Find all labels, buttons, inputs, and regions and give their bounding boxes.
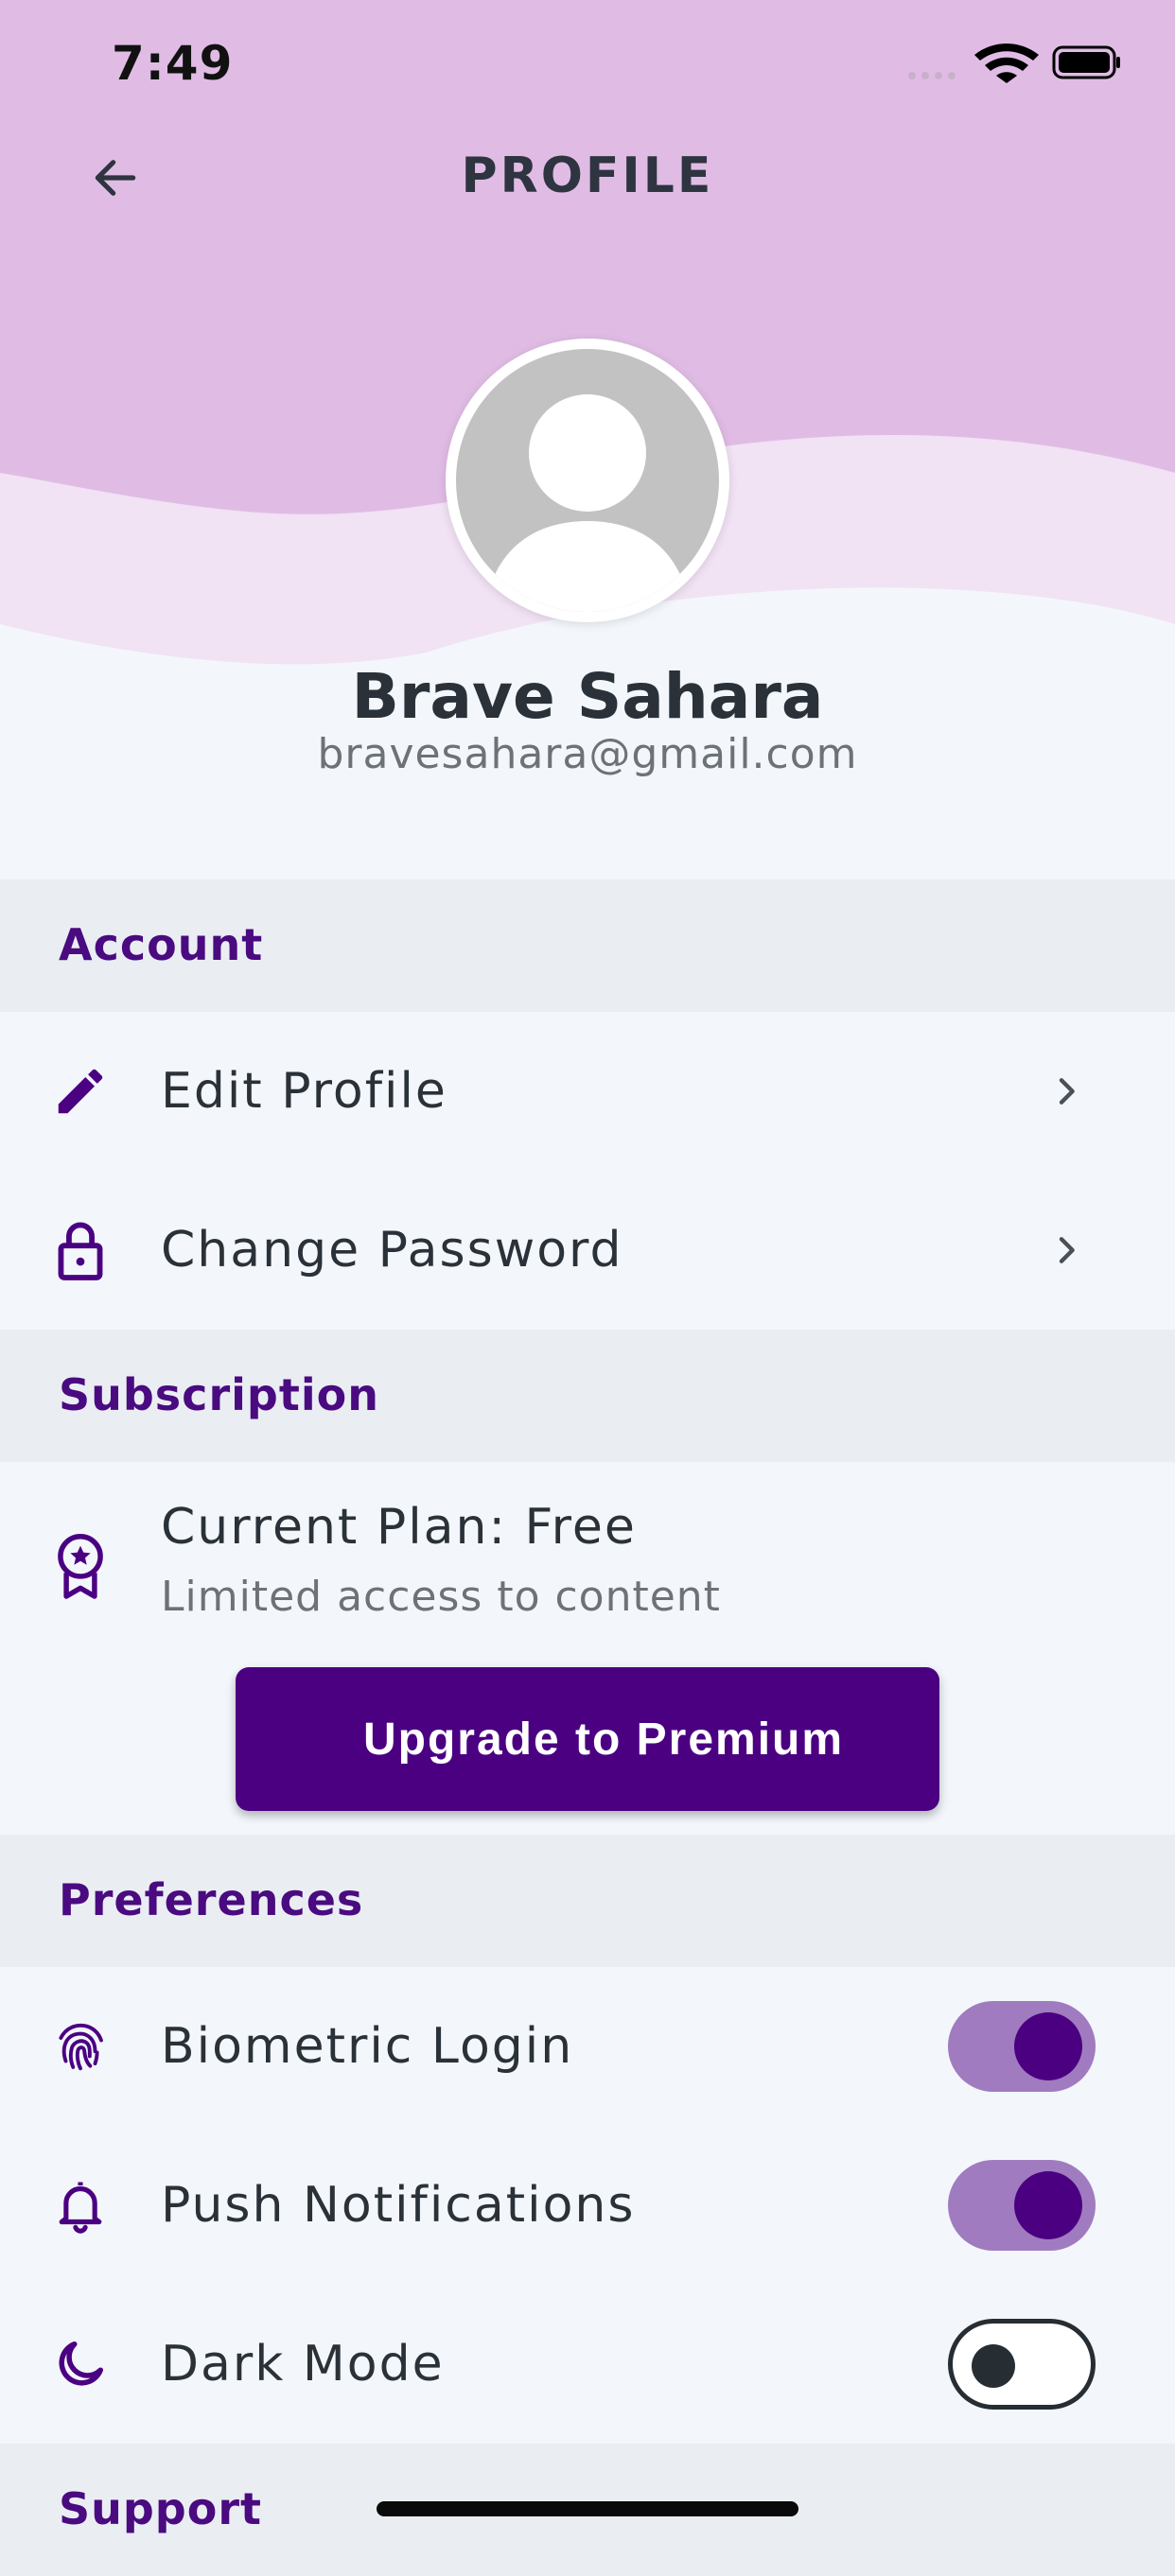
user-name: Brave Sahara [351,660,824,733]
bell-icon [49,2174,112,2237]
section-header-subscription: Subscription [0,1330,1175,1462]
biometric-login-toggle[interactable] [948,2001,1096,2092]
wifi-icon [974,44,1039,83]
moon-icon [49,2333,112,2395]
current-plan-title: Current Plan: Free [161,1499,637,1556]
lock-icon [49,1219,112,1281]
user-placeholder-icon [484,394,691,612]
status-icons [903,42,1120,87]
push-notifications-row: Push Notifications [0,2126,1175,2285]
chevron-right-icon [1043,1068,1090,1115]
section-title-account: Account [59,919,264,970]
dark-mode-label: Dark Mode [161,2336,445,2393]
pencil-icon [49,1060,112,1123]
fingerprint-icon [49,2015,112,2078]
home-indicator [377,2501,798,2516]
section-title-subscription: Subscription [59,1369,379,1420]
status-time: 7:49 [112,36,234,91]
user-email: bravesahara@gmail.com [317,730,858,778]
biometric-login-row: Biometric Login [0,1967,1175,2126]
chevron-right-icon [1043,1227,1090,1274]
award-badge-icon [49,1532,112,1602]
edit-profile-label: Edit Profile [161,1063,447,1120]
battery-icon [1052,45,1120,79]
section-title-preferences: Preferences [59,1874,364,1925]
toggle-knob [972,2344,1015,2388]
push-notifications-label: Push Notifications [161,2177,636,2234]
toggle-knob [1014,2171,1082,2239]
push-notifications-toggle[interactable] [948,2160,1096,2251]
status-bar: 7:49 [0,0,1175,123]
toggle-knob [1014,2012,1082,2080]
section-header-account: Account [0,879,1175,1012]
section-title-support: Support [59,2483,263,2534]
dark-mode-toggle[interactable] [948,2319,1096,2410]
avatar[interactable] [446,339,729,622]
page-title: PROFILE [461,148,714,204]
biometric-login-label: Biometric Login [161,2018,574,2075]
cellular-signal-icon [908,72,956,79]
dark-mode-row: Dark Mode [0,2285,1175,2444]
edit-profile-row[interactable]: Edit Profile [0,1012,1175,1171]
change-password-label: Change Password [161,1222,623,1279]
change-password-row[interactable]: Change Password [0,1171,1175,1330]
section-header-preferences: Preferences [0,1835,1175,1967]
upgrade-premium-button[interactable]: Upgrade to Premium [236,1667,939,1811]
current-plan-subtitle: Limited access to content [161,1573,721,1621]
